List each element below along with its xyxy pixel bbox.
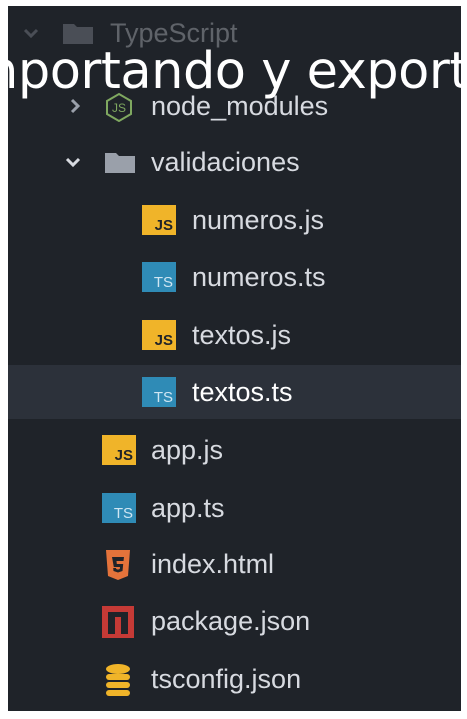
tree-item-app-js[interactable]: JS app.js bbox=[8, 425, 461, 475]
tree-item-label: textos.js bbox=[192, 319, 292, 350]
npm-package-icon bbox=[102, 606, 134, 638]
tree-item-label: numeros.js bbox=[192, 204, 325, 235]
tree-item-label: package.json bbox=[151, 605, 311, 636]
tree-item-app-ts[interactable]: TS app.ts bbox=[8, 483, 461, 533]
javascript-file-icon: JS bbox=[142, 320, 176, 350]
typescript-file-icon: TS bbox=[142, 262, 176, 292]
tree-item-label: textos.ts bbox=[192, 376, 293, 407]
folder-icon bbox=[105, 153, 135, 173]
tree-item-label: numeros.ts bbox=[192, 261, 326, 292]
javascript-file-icon: JS bbox=[102, 435, 136, 465]
tree-item-label: validaciones bbox=[151, 146, 300, 177]
chevron-down-icon[interactable] bbox=[64, 153, 82, 171]
tree-item-label: app.js bbox=[151, 434, 224, 465]
tree-item-textos-js[interactable]: JS textos.js bbox=[8, 310, 461, 360]
chevron-down-icon[interactable] bbox=[22, 24, 40, 42]
database-config-icon bbox=[106, 664, 130, 696]
tree-item-package-json[interactable]: package.json bbox=[8, 596, 461, 646]
tree-item-index-html[interactable]: index.html bbox=[8, 539, 461, 589]
file-explorer: nportando y export TypeScript JS node_mo… bbox=[8, 6, 461, 711]
typescript-file-icon: TS bbox=[142, 377, 176, 407]
html5-file-icon bbox=[106, 550, 130, 580]
typescript-file-icon: TS bbox=[102, 493, 136, 523]
tree-item-label: tsconfig.json bbox=[151, 663, 302, 694]
tree-item-validaciones[interactable]: validaciones bbox=[8, 137, 461, 187]
tree-item-numeros-ts[interactable]: TS numeros.ts bbox=[8, 252, 461, 302]
tree-item-label: index.html bbox=[151, 548, 275, 579]
video-caption-overlay: nportando y export bbox=[8, 42, 461, 101]
javascript-file-icon: JS bbox=[142, 205, 176, 235]
svg-text:JS: JS bbox=[112, 101, 126, 115]
tree-item-numeros-js[interactable]: JS numeros.js bbox=[8, 195, 461, 245]
tree-item-textos-ts[interactable]: TS textos.ts bbox=[8, 365, 461, 419]
tree-item-label: app.ts bbox=[151, 492, 225, 523]
tree-item-tsconfig-json[interactable]: tsconfig.json bbox=[8, 654, 461, 704]
